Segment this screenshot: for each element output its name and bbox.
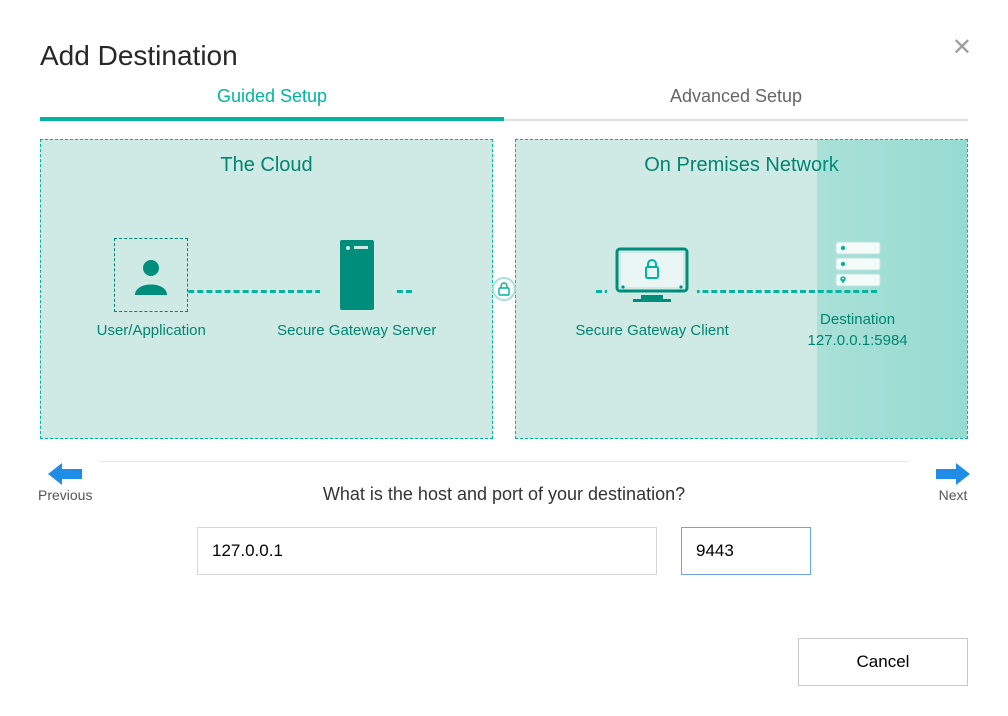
tab-advanced-setup[interactable]: Advanced Setup	[504, 86, 968, 121]
next-label: Next	[939, 487, 968, 503]
lock-badge-icon	[492, 277, 516, 301]
node-destination: Destination 127.0.0.1:5984	[808, 227, 908, 351]
onprem-panel: On Premises Network	[515, 139, 968, 439]
arrow-left-icon	[48, 461, 82, 487]
user-icon	[114, 238, 188, 312]
server-stack-icon	[821, 227, 895, 301]
previous-button[interactable]: Previous	[38, 461, 92, 503]
setup-tabs: Guided Setup Advanced Setup	[40, 86, 968, 121]
previous-label: Previous	[38, 487, 92, 503]
cloud-panel: The Cloud User/Application	[40, 139, 493, 439]
node-secure-gateway-server-label: Secure Gateway Server	[277, 320, 436, 341]
node-destination-label: Destination 127.0.0.1:5984	[808, 309, 908, 351]
destination-port-input[interactable]	[681, 527, 811, 575]
node-user-application-label: User/Application	[97, 320, 206, 341]
server-tower-icon	[320, 238, 394, 312]
node-secure-gateway-client: Secure Gateway Client	[575, 238, 728, 341]
step-question: What is the host and port of your destin…	[100, 484, 908, 505]
divider	[100, 461, 908, 462]
node-secure-gateway-server: Secure Gateway Server	[277, 238, 436, 341]
next-button[interactable]: Next	[936, 461, 970, 503]
close-icon[interactable]: ✕	[952, 36, 972, 60]
monitor-lock-icon	[607, 238, 697, 312]
tab-guided-setup[interactable]: Guided Setup	[40, 86, 504, 121]
page-title: Add Destination	[40, 40, 968, 72]
node-user-application: User/Application	[97, 238, 206, 341]
arrow-right-icon	[936, 461, 970, 487]
destination-host-input[interactable]	[197, 527, 657, 575]
cancel-button[interactable]: Cancel	[798, 638, 968, 686]
node-secure-gateway-client-label: Secure Gateway Client	[575, 320, 728, 341]
architecture-diagram: The Cloud User/Application	[40, 139, 968, 439]
